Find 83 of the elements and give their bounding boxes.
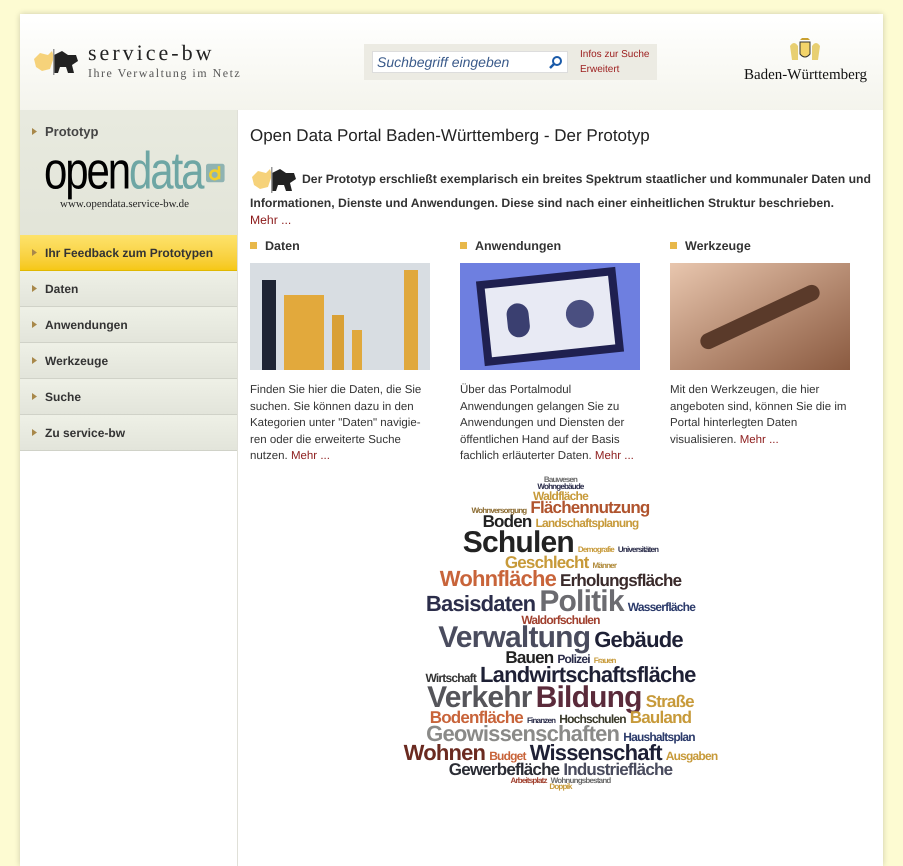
cloud-word: Wohnen [404,744,486,763]
triangle-bullet-icon [32,321,37,328]
triangle-bullet-icon [32,249,37,256]
cloud-word: Haushaltsplan [623,732,695,742]
cloud-word: Demografie [578,547,614,554]
sidebar-nav-item[interactable]: Zu service-bw [20,415,237,451]
logo-open-text: open [44,144,130,197]
cloud-word: Budget [489,751,526,762]
cloud-word: Bildung [536,684,642,711]
state-name: Baden-Württemberg [744,66,867,85]
square-bullet-icon [670,242,677,250]
section-text: Finden Sie hier die Daten, die Sie suchen. Sie können dazu in den Kategorien unter "Daten" navigie-ren oder die erweiterte Suche nutzen. Mehr ... [250,383,422,464]
cloud-word: Bauen [505,651,554,666]
brand-name: service-bw [88,42,216,64]
section-heading: Daten [265,238,300,254]
triangle-bullet-icon [32,429,37,436]
cloud-word: Politik [539,589,624,616]
cloud-word: Landschaftsplanung [535,518,638,529]
cloud-word: Erholungsfläche [560,574,682,590]
cloud-word: Wohngebäude [537,484,584,490]
cloud-word: Wissenschaft [530,744,662,763]
cloud-word: Geowissenschaften [426,725,620,744]
square-bullet-icon [460,242,467,250]
lion-logo-icon [32,47,80,77]
section-text: Mit den Werkzeugen, die hier angeboten sind, können Sie die im Portal hinterlegten Daten visualisieren. Mehr ... [670,383,848,448]
sidebar-heading: Prototyp [45,123,98,141]
cloud-word: Bauwesen [544,476,578,484]
cloud-word: Waldorfschulen [521,615,600,626]
square-bullet-icon [250,242,257,250]
more-link[interactable]: Mehr ... [290,450,330,462]
cloud-word: Ausgaben [666,751,718,762]
cloud-word: Industriefläche [563,762,672,778]
cloud-word: Gebäude [594,631,683,650]
cloud-word: Finanzen [526,718,556,724]
cloud-word: Wohnfläche [440,570,556,590]
cloud-word: Frauen [594,658,616,666]
page-title: Open Data Portal Baden-Württemberg - Der Prototyp [250,125,651,147]
sidebar-nav-item[interactable]: Ihr Feedback zum Prototypen [20,235,237,271]
triangle-bullet-icon [32,128,37,136]
intro-text: Der Prototyp erschließt exemplarisch ein breites Spektrum staatlicher und kommunaler Daten und Informationen, Dienste und Anwendungen. Diese sind nach einer einheitlichen Struktur beschrieben. Mehr ... [250,164,871,228]
search-field[interactable]: Suchbegriff eingeben [372,51,568,73]
cloud-word: Boden [482,515,532,530]
brand-tagline: Ihre Verwaltung im Netz [88,65,242,82]
cloud-word: Bodenfläche [430,710,523,726]
sidebar-nav-item[interactable]: Werkzeuge [20,343,237,379]
more-link[interactable]: Mehr ... [250,212,292,226]
cloud-word: Hochschulen [559,714,626,724]
sidebar-nav-item[interactable]: Daten [20,271,237,307]
cloud-word: Gewerbefläche [448,762,560,778]
triangle-bullet-icon [32,285,37,292]
cloud-word: Doppik [549,784,572,792]
cloud-word: Flächennutzung [530,500,650,516]
search-icon[interactable] [549,55,563,69]
lion-bullet-icon [250,164,298,194]
section-heading: Anwendungen [475,238,562,255]
cloud-word: Verkehr [427,684,532,711]
search-link[interactable]: Infos zur Suche [580,47,650,62]
logo-url: www.opendata.service-bw.de [60,198,190,212]
section-text: Über das Portalmodul Anwendungen gelangen Sie zu Anwendungen und Diensten der öffentlichen Hand auf der Basis fachlich erläuterter Daten. Mehr ... [460,382,635,464]
more-link[interactable]: Mehr ... [740,434,779,446]
cloud-word: Wasserfläche [628,602,696,613]
cloud-word: Schulen [462,530,574,556]
cloud-word: Basisdaten [426,595,536,614]
logo-data-text: data [129,144,202,197]
cloud-word: Geschlecht [504,556,588,570]
cloud-word: Universitäten [618,547,658,554]
search-link[interactable]: Erweitert [580,62,650,77]
cloud-word: Landwirtschaftsfläche [480,666,696,685]
triangle-bullet-icon [32,393,37,400]
sidebar-nav-item[interactable]: Anwendungen [20,307,237,343]
cloud-word: Männer [592,562,616,570]
cloud-word: Verwaltung [438,625,590,652]
cloud-word: Straße [646,694,694,710]
cloud-word: Polizei [557,654,590,665]
cloud-word: Waldfläche [533,490,588,501]
more-link[interactable]: Mehr ... [594,450,634,462]
cloud-word: Arbeitsplatz [510,778,547,784]
cloud-word: Wohnungsbestand [550,778,611,784]
cloud-word: Wohnversorgung [472,508,526,515]
triangle-bullet-icon [32,357,37,364]
section-heading: Werkzeuge [685,238,751,255]
cloud-word: Wirtschaft [425,672,476,684]
sidebar-nav-item[interactable]: Suche [20,379,237,415]
